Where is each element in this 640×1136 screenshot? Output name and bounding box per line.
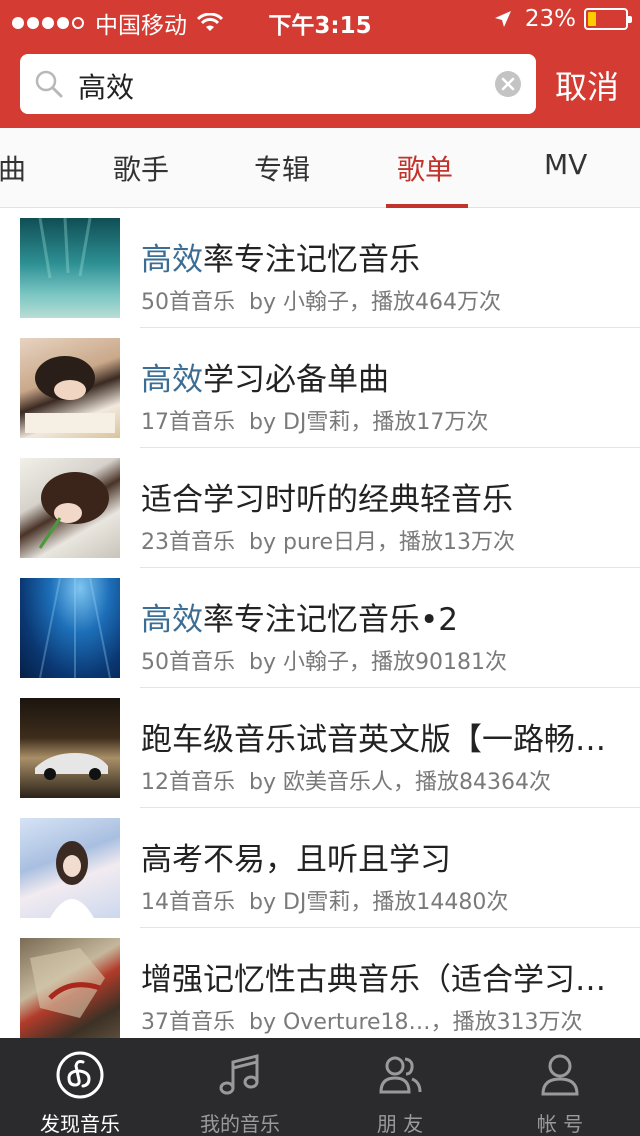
playlist-cover xyxy=(20,338,120,438)
playlist-meta: 50首音乐 by 小翰子，播放90181次 xyxy=(141,650,507,675)
list-item[interactable]: 高效学习必备单曲 17首音乐 by DJ雪莉，播放17万次 xyxy=(0,328,640,448)
playlist-title: 增强记忆性古典音乐（适合学习… xyxy=(141,962,606,998)
playlist-title: 高效率专注记忆音乐•2 xyxy=(141,602,459,638)
tabbar-account[interactable]: 帐 号 xyxy=(480,1038,640,1136)
playlist-results: 高效率专注记忆音乐 50首音乐 by 小翰子，播放464万次 高效学习必备单曲 1… xyxy=(0,208,640,1048)
list-item[interactable]: 高效率专注记忆音乐 50首音乐 by 小翰子，播放464万次 xyxy=(0,208,640,328)
search-category-tabs: 曲 歌手 专辑 歌单 MV xyxy=(0,128,640,208)
clear-icon[interactable] xyxy=(494,70,522,98)
playlist-cover xyxy=(20,818,120,918)
tab-songs[interactable]: 曲 xyxy=(0,148,26,188)
tab-albums[interactable]: 专辑 xyxy=(254,148,310,188)
playlist-cover xyxy=(20,578,120,678)
tabbar-friends[interactable]: 朋 友 xyxy=(320,1038,480,1136)
friends-icon xyxy=(379,1056,422,1094)
playlist-cover xyxy=(20,218,120,318)
location-arrow-icon xyxy=(494,11,511,27)
playlist-meta: 23首音乐 by pure日月，播放13万次 xyxy=(141,530,515,555)
playlist-meta: 37首音乐 by Overture18…，播放313万次 xyxy=(141,1010,583,1035)
playlist-meta: 12首音乐 by 欧美音乐人，播放84364次 xyxy=(141,770,551,795)
tabbar-label: 我的音乐 xyxy=(200,1112,280,1136)
status-bar: 中国移动 下午3:15 23% xyxy=(0,0,640,40)
list-item[interactable]: 跑车级音乐试音英文版【一路畅… 12首音乐 by 欧美音乐人，播放84364次 xyxy=(0,688,640,808)
playlist-title: 适合学习时听的经典轻音乐 xyxy=(141,482,513,518)
tabbar-my-music[interactable]: 我的音乐 xyxy=(160,1038,320,1136)
tabbar-discover-music[interactable]: 发现音乐 xyxy=(0,1038,160,1136)
search-input[interactable]: 高效 xyxy=(20,54,536,114)
playlist-cover xyxy=(20,698,120,798)
tab-mv[interactable]: MV xyxy=(544,148,587,181)
list-item[interactable]: 增强记忆性古典音乐（适合学习… 37首音乐 by Overture18…，播放31… xyxy=(0,928,640,1048)
list-item[interactable]: 高效率专注记忆音乐•2 50首音乐 by 小翰子，播放90181次 xyxy=(0,568,640,688)
tabbar-label: 帐 号 xyxy=(536,1112,584,1136)
cancel-button[interactable]: 取消 xyxy=(555,62,619,108)
playlist-meta: 14首音乐 by DJ雪莉，播放14480次 xyxy=(141,890,509,915)
tabbar-label: 朋 友 xyxy=(376,1112,424,1136)
app-header: 中国移动 下午3:15 23% 高效 取消 xyxy=(0,0,640,128)
battery-percent: 23% xyxy=(524,6,576,32)
playlist-title: 跑车级音乐试音英文版【一路畅… xyxy=(141,722,606,758)
playlist-cover xyxy=(20,938,120,1038)
netease-music-icon xyxy=(56,1051,104,1099)
tabbar-label: 发现音乐 xyxy=(40,1112,120,1136)
playlist-title: 高效率专注记忆音乐 xyxy=(141,242,420,278)
list-item[interactable]: 高考不易，且听且学习 14首音乐 by DJ雪莉，播放14480次 xyxy=(0,808,640,928)
bottom-tab-bar: 发现音乐 我的音乐 朋 友 帐 号 xyxy=(0,1038,640,1136)
status-right: 23% xyxy=(493,6,632,32)
music-note-icon xyxy=(219,1054,259,1095)
playlist-meta: 17首音乐 by DJ雪莉，播放17万次 xyxy=(141,410,489,435)
tab-playlists[interactable]: 歌单 xyxy=(397,148,453,188)
playlist-title: 高效学习必备单曲 xyxy=(141,362,389,398)
playlist-cover xyxy=(20,458,120,558)
battery-icon xyxy=(584,8,632,30)
search-query[interactable]: 高效 xyxy=(78,66,134,106)
playlist-meta: 50首音乐 by 小翰子，播放464万次 xyxy=(141,290,501,315)
list-item[interactable]: 适合学习时听的经典轻音乐 23首音乐 by pure日月，播放13万次 xyxy=(0,448,640,568)
battery-fill xyxy=(588,12,596,26)
search-icon xyxy=(35,70,63,98)
playlist-title: 高考不易，且听且学习 xyxy=(141,842,451,878)
account-icon xyxy=(541,1054,579,1096)
tab-artists[interactable]: 歌手 xyxy=(113,148,169,188)
